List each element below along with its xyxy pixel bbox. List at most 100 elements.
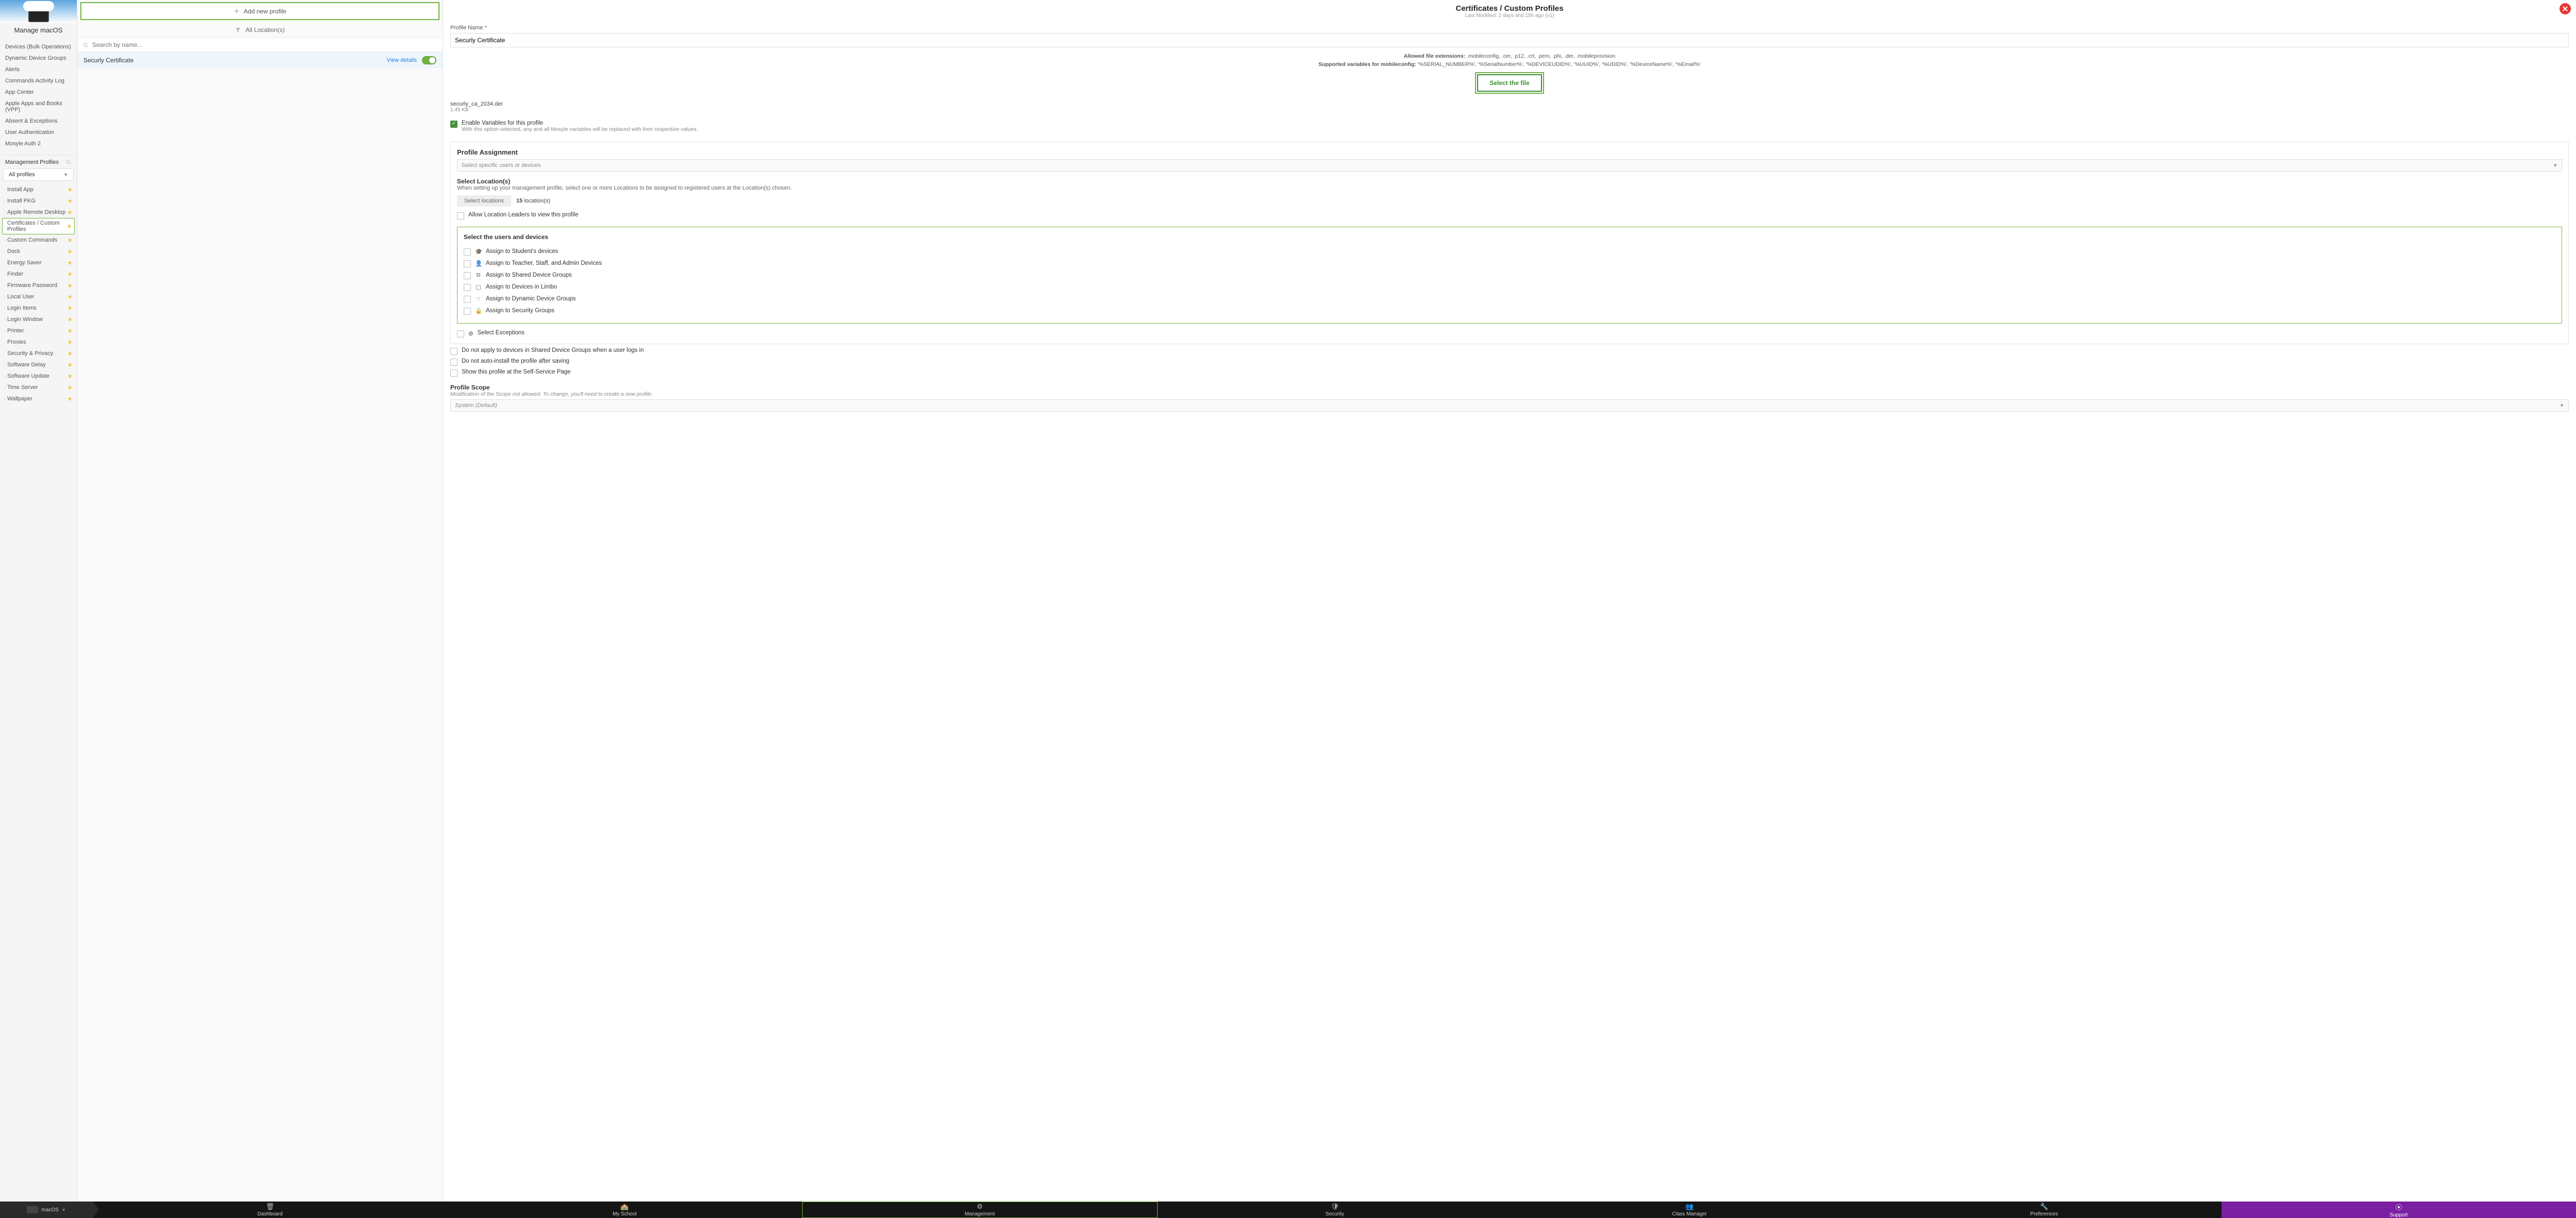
profile-nav-item[interactable]: ◦Dock★ bbox=[0, 246, 77, 257]
sidebar-nav-item[interactable]: Apple Apps and Books (VPP) bbox=[0, 98, 77, 115]
profile-nav-item[interactable]: ◦Login Window★ bbox=[0, 314, 77, 325]
enable-variables-row: Enable Variables for this profile With t… bbox=[450, 120, 2569, 132]
star-icon[interactable]: ★ bbox=[67, 197, 73, 205]
view-details-link[interactable]: View details bbox=[387, 57, 417, 63]
profile-scope-select[interactable]: System (Default) ▼ bbox=[450, 399, 2569, 412]
bullet-icon: ◦ bbox=[3, 317, 6, 322]
star-icon[interactable]: ★ bbox=[67, 327, 73, 334]
profiles-column: ＋ Add new profile All Location(s) Securl… bbox=[77, 0, 443, 1202]
sidebar-nav-item[interactable]: User Authentication bbox=[0, 127, 77, 138]
profile-nav-label: Energy Saver bbox=[7, 260, 42, 266]
sidebar-nav-item[interactable]: Absent & Exceptions bbox=[0, 115, 77, 127]
profile-nav-item[interactable]: ◦Security & Privacy★ bbox=[0, 348, 77, 359]
assignment-card: Profile Assignment Select specific users… bbox=[450, 142, 2569, 344]
bullet-icon: ◦ bbox=[3, 188, 6, 192]
star-icon[interactable]: ★ bbox=[67, 350, 73, 357]
profile-enabled-toggle[interactable] bbox=[422, 56, 436, 64]
extra-checkbox[interactable] bbox=[450, 369, 457, 377]
sidebar-nav-item[interactable]: Alerts bbox=[0, 64, 77, 75]
bottom-tab-support[interactable]: ⦿Support bbox=[2222, 1202, 2576, 1218]
star-icon[interactable]: ★ bbox=[67, 304, 73, 312]
sidebar-nav-item[interactable]: Commands Activity Log bbox=[0, 75, 77, 87]
profile-nav-item[interactable]: ◦Apple Remote Desktop★ bbox=[0, 207, 77, 218]
star-icon[interactable]: ★ bbox=[67, 259, 73, 266]
extra-checkbox[interactable] bbox=[450, 359, 457, 366]
profile-nav-item[interactable]: ◦Printer★ bbox=[0, 325, 77, 336]
tab-icon: 👥 bbox=[1685, 1203, 1693, 1211]
star-icon[interactable]: ★ bbox=[67, 236, 73, 244]
star-icon[interactable]: ★ bbox=[67, 186, 73, 193]
profile-nav-item[interactable]: ◦Certificates / Custom Profiles★ bbox=[2, 218, 75, 234]
sidebar-nav-item[interactable]: Mosyle Auth 2 bbox=[0, 138, 77, 149]
all-locations-filter[interactable]: All Location(s) bbox=[77, 22, 443, 38]
assign-checkbox[interactable] bbox=[464, 296, 471, 303]
profile-nav-item[interactable]: ◦Time Server★ bbox=[0, 382, 77, 393]
os-selector[interactable]: macOS ▼ bbox=[0, 1202, 93, 1218]
profile-nav-item[interactable]: ◦Software Update★ bbox=[0, 370, 77, 382]
profile-nav-item[interactable]: ◦Install PKG★ bbox=[0, 195, 77, 207]
star-icon[interactable]: ★ bbox=[67, 270, 73, 278]
star-icon[interactable]: ★ bbox=[67, 373, 73, 380]
allow-leaders-label: Allow Location Leaders to view this prof… bbox=[468, 212, 579, 218]
profile-nav-label: Dock bbox=[7, 248, 20, 255]
sidebar-nav-item[interactable]: Dynamic Device Groups bbox=[0, 53, 77, 64]
profile-name-input[interactable] bbox=[450, 33, 2569, 47]
add-new-profile-button[interactable]: ＋ Add new profile bbox=[80, 2, 439, 20]
assign-icon: ∵ bbox=[475, 295, 482, 302]
search-input[interactable] bbox=[92, 41, 437, 48]
assign-checkbox[interactable] bbox=[464, 284, 471, 291]
star-icon[interactable]: ★ bbox=[67, 384, 73, 391]
profile-nav-item[interactable]: ◦Install App★ bbox=[0, 184, 77, 195]
star-icon[interactable]: ★ bbox=[67, 339, 73, 346]
profile-nav-item[interactable]: ◦Energy Saver★ bbox=[0, 257, 77, 268]
bottom-tab-management[interactable]: ⚙Management bbox=[802, 1202, 1158, 1218]
star-icon[interactable]: ★ bbox=[67, 316, 73, 323]
profile-nav-item[interactable]: ◦Login Items★ bbox=[0, 302, 77, 314]
close-button[interactable] bbox=[2560, 3, 2571, 14]
profile-nav-item[interactable]: ◦Software Delay★ bbox=[0, 359, 77, 370]
bottom-tab-security[interactable]: 🛡Security bbox=[1158, 1202, 1512, 1218]
tab-icon: 🔧 bbox=[2040, 1203, 2048, 1211]
star-icon[interactable]: ★ bbox=[66, 223, 72, 230]
star-icon[interactable]: ★ bbox=[67, 209, 73, 216]
profile-list-row[interactable]: Securly Certificate View details bbox=[77, 52, 443, 69]
sidebar-nav-item[interactable]: Devices (Bulk Operations) bbox=[0, 41, 77, 53]
star-icon[interactable]: ★ bbox=[67, 282, 73, 289]
bottom-tab-dashboard[interactable]: 🗑Dashboard bbox=[93, 1202, 447, 1218]
assign-checkbox[interactable] bbox=[464, 260, 471, 267]
profile-nav-item[interactable]: ◦Custom Commands★ bbox=[0, 234, 77, 246]
select-exceptions-checkbox[interactable] bbox=[457, 330, 464, 337]
assignment-select[interactable]: Select specific users or devices ▼ bbox=[457, 159, 2562, 172]
extra-checkbox[interactable] bbox=[450, 348, 457, 355]
profile-nav-item[interactable]: ◦Wallpaper★ bbox=[0, 393, 77, 404]
select-file-button[interactable]: Select the file bbox=[1477, 74, 1541, 92]
bullet-icon: ◦ bbox=[3, 272, 6, 277]
assign-icon: 🎓 bbox=[475, 248, 482, 255]
bottom-tab-my-school[interactable]: 🏫My School bbox=[447, 1202, 802, 1218]
profile-nav-item[interactable]: ◦Proxies★ bbox=[0, 336, 77, 348]
star-icon[interactable]: ★ bbox=[67, 395, 73, 402]
assign-checkbox[interactable] bbox=[464, 272, 471, 279]
bottom-tab-preferences[interactable]: 🔧Preferences bbox=[1867, 1202, 2221, 1218]
profile-nav-item[interactable]: ◦Firmware Password★ bbox=[0, 280, 77, 291]
sidebar-nav-item[interactable]: App Center bbox=[0, 87, 77, 98]
bottom-tab-class-manager[interactable]: 👥Class Manager bbox=[1512, 1202, 1867, 1218]
locations-count: 15 location(s) bbox=[516, 198, 550, 204]
star-icon[interactable]: ★ bbox=[67, 361, 73, 368]
tab-icon: ⦿ bbox=[2395, 1202, 2402, 1212]
users-devices-title: Select the users and devices bbox=[464, 233, 2555, 241]
star-icon[interactable]: ★ bbox=[67, 293, 73, 300]
select-locations-button[interactable]: Select locations bbox=[457, 195, 511, 207]
assign-checkbox[interactable] bbox=[464, 308, 471, 315]
assign-checkbox[interactable] bbox=[464, 248, 471, 256]
assign-label: Assign to Teacher, Staff, and Admin Devi… bbox=[486, 260, 602, 266]
search-icon[interactable] bbox=[65, 159, 72, 165]
all-profiles-dropdown[interactable]: All profiles ▼ bbox=[3, 168, 74, 181]
star-icon[interactable]: ★ bbox=[67, 248, 73, 255]
allow-leaders-checkbox[interactable] bbox=[457, 212, 464, 219]
profile-nav-item[interactable]: ◦Finder★ bbox=[0, 268, 77, 280]
profile-nav-label: Software Delay bbox=[7, 362, 46, 368]
locations-row: Select locations 15 location(s) bbox=[457, 195, 2562, 207]
enable-variables-checkbox[interactable] bbox=[450, 121, 457, 128]
profile-nav-item[interactable]: ◦Local User★ bbox=[0, 291, 77, 302]
